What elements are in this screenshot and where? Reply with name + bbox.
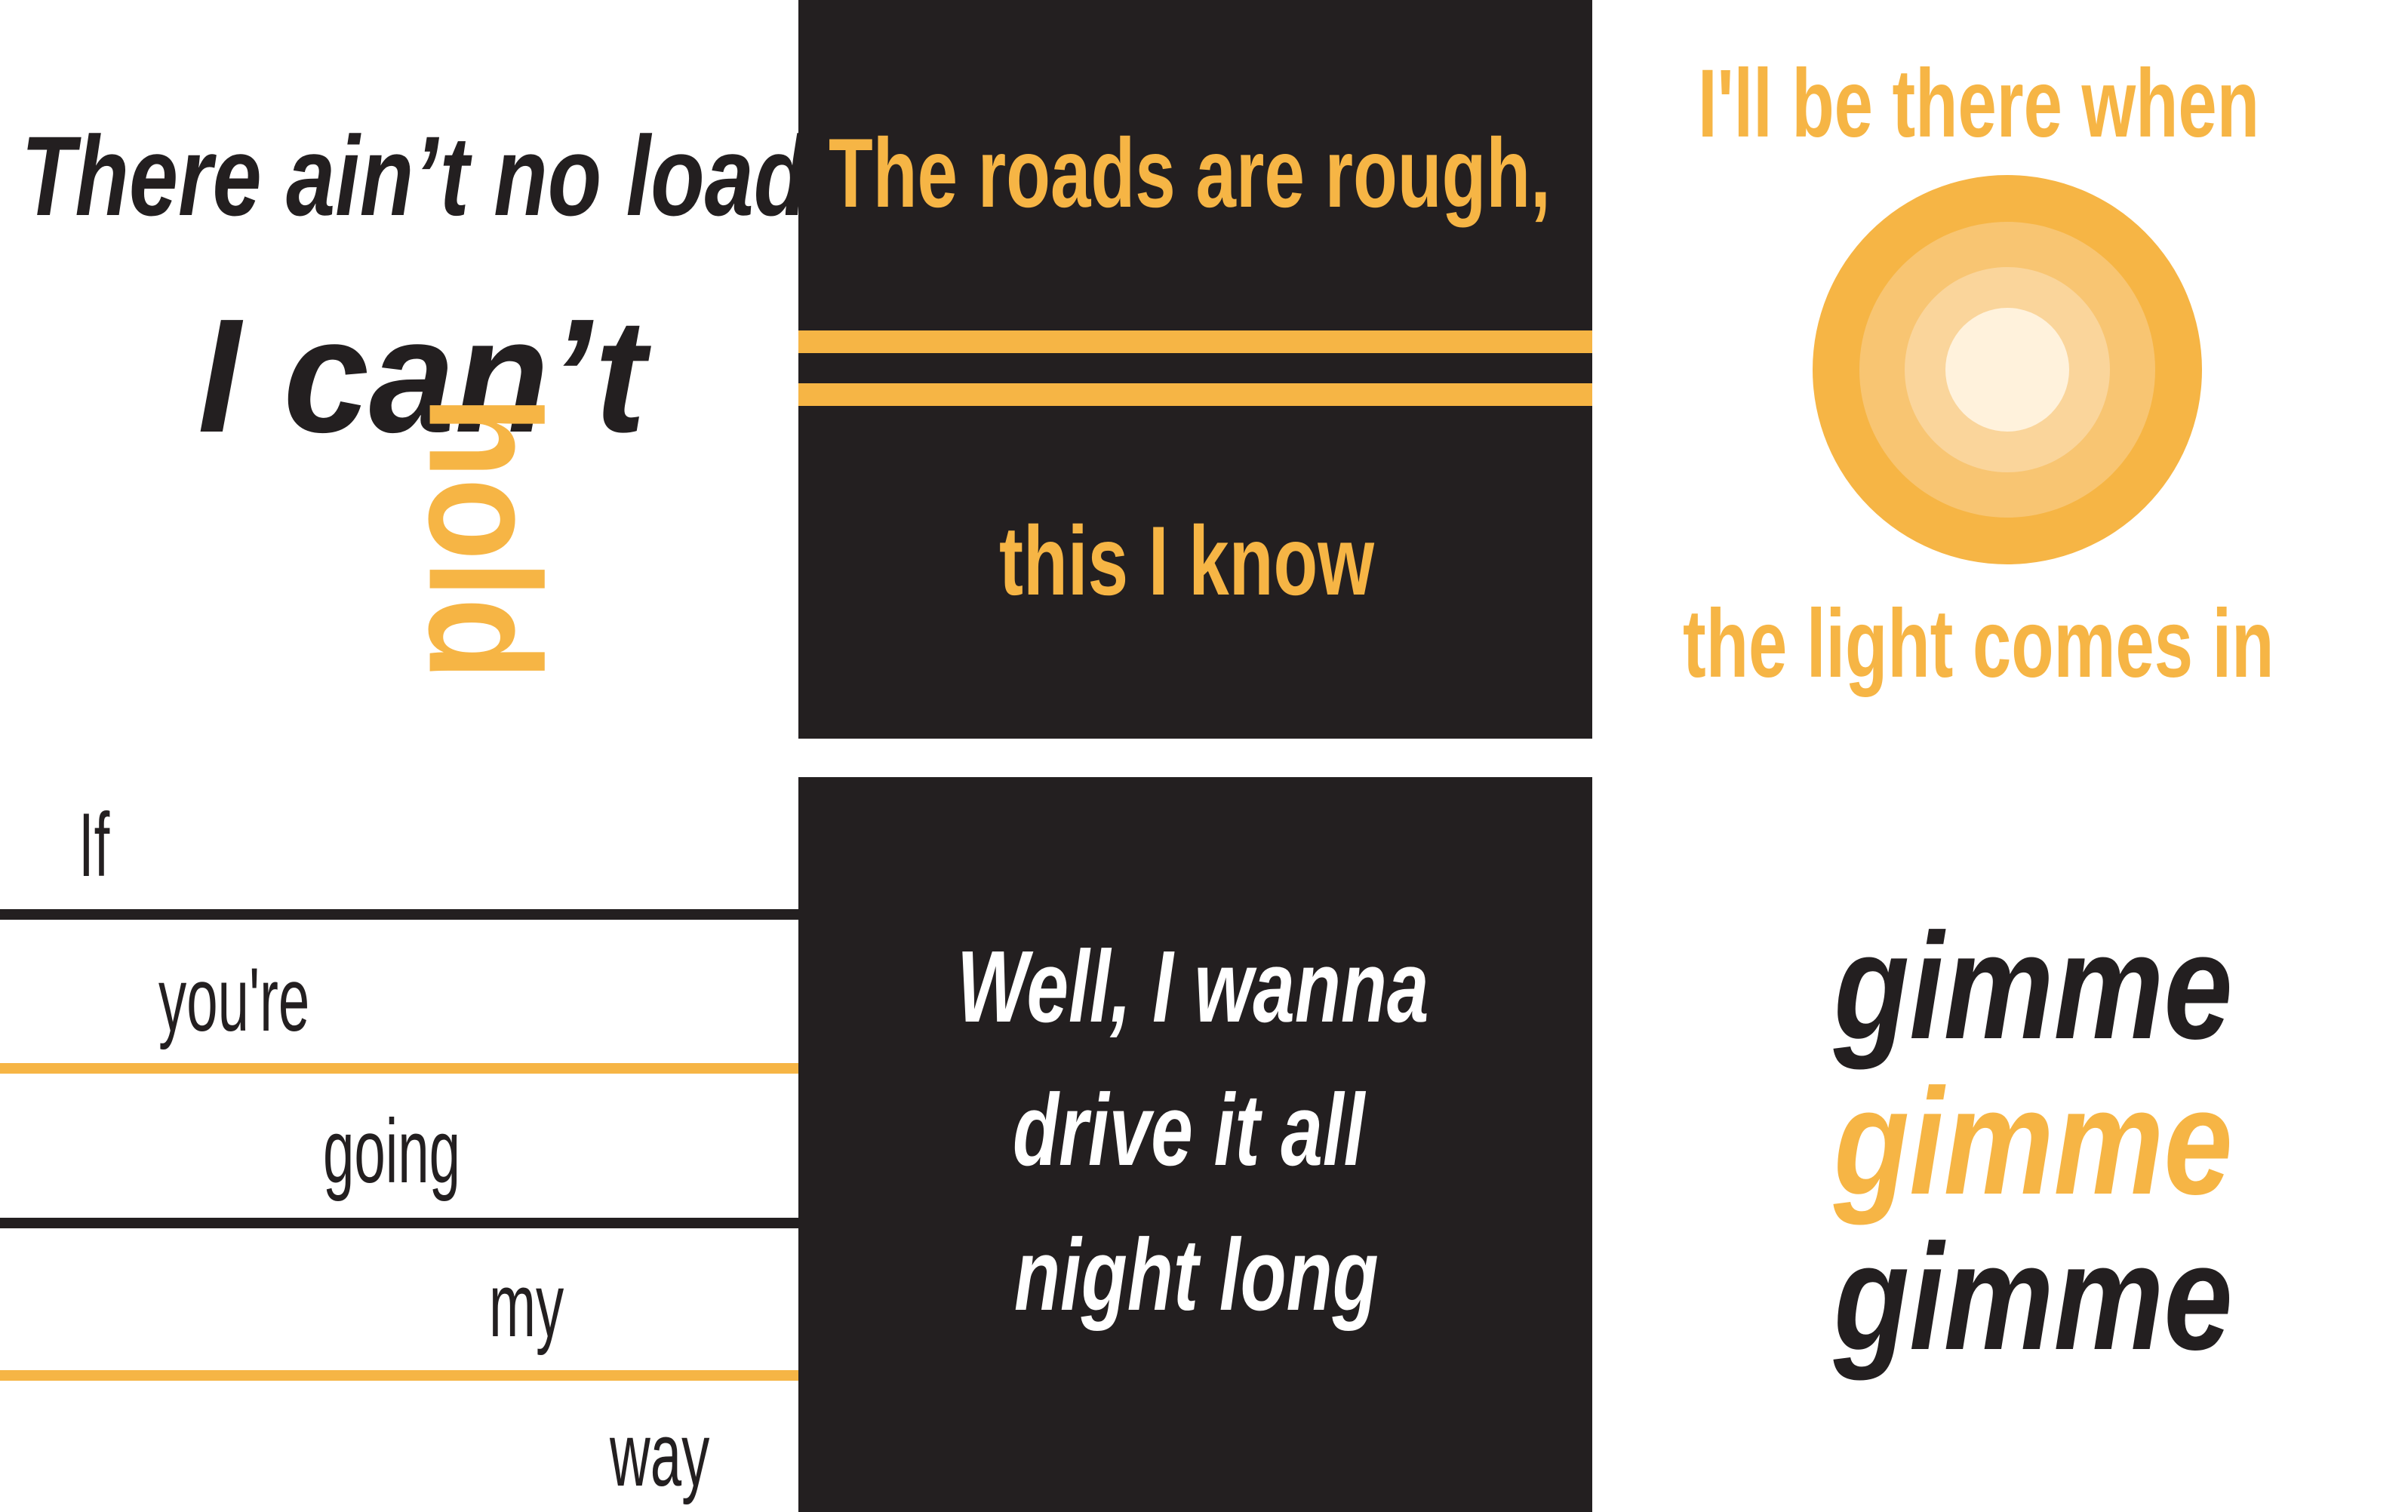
lyric-gimme-1: gimme (1834, 902, 2233, 1071)
lyric-word-youre: you're (158, 949, 310, 1050)
lyric-there-aint-no-load: There ain’t no load (21, 112, 808, 239)
lyric-gimme-2: gimme (1834, 1058, 2233, 1226)
tile-roads-are-rough: The roads are rough, this I know (798, 0, 1592, 739)
lyric-hold-upside-down: hold (395, 395, 574, 681)
divider-black-1 (0, 909, 798, 920)
divider-gold-1 (0, 1063, 798, 1074)
divider-gold-2 (0, 1370, 798, 1381)
lyric-word-if: If (78, 794, 110, 896)
divider-black-2 (0, 1218, 798, 1228)
lyric-roads-are-rough: The roads are rough, (829, 118, 1551, 228)
lyric-well-i-wanna: Well, I wanna (957, 930, 1429, 1043)
lyric-the-light-comes-in: the light comes in (1683, 590, 2274, 698)
lyric-gimme-3: gimme (1834, 1213, 2233, 1381)
lyric-word-way: way (610, 1404, 710, 1505)
gold-stripe-upper (798, 330, 1592, 353)
sun-rings-icon (1813, 175, 2202, 564)
lyric-this-i-know: this I know (999, 506, 1375, 616)
lyric-word-my: my (489, 1255, 564, 1356)
tile-drive-it-all-night: Well, I wanna drive it all night long (798, 777, 1592, 1512)
lyric-drive-it-all: drive it all (1013, 1073, 1365, 1187)
lyric-ill-be-there-when: I'll be there when (1698, 50, 2259, 158)
lyric-night-long: night long (1014, 1218, 1379, 1332)
lyric-word-going: going (323, 1101, 461, 1202)
gold-stripe-lower (798, 383, 1592, 406)
